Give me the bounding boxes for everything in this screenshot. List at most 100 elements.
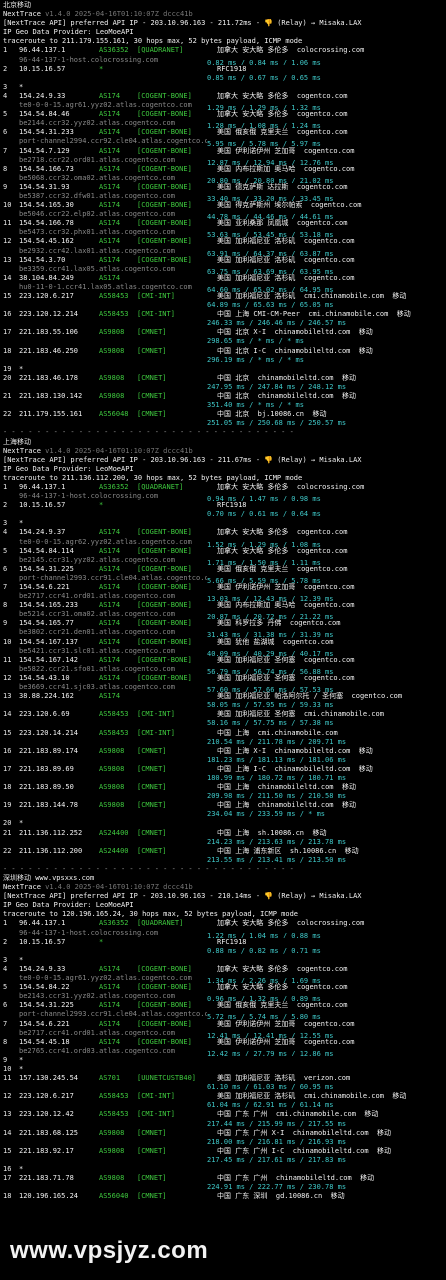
hop-geo: 中国 上海 <box>217 728 250 737</box>
hop-number: 2 <box>3 937 8 946</box>
hop-tag: [UUNETCUSTB40] <box>137 1074 197 1083</box>
hop-ip: 154.54.167.142 <box>19 655 79 664</box>
hop-detail-row: be5822.ccr21.sfo01.atlas.cogentco.com 56.… <box>3 665 443 674</box>
hop-number: 5 <box>3 110 8 119</box>
version-line: NextTrace v1.4.0 2025-04-16T01:10:07Z dc… <box>3 10 443 19</box>
hop-tag: [COGENT-BONE] <box>137 983 192 992</box>
hop-row: 17 221.183.55.106 AS9808 [CMNET] 中国 北京 X-I c… <box>3 328 443 337</box>
hop-detail-row: 58.05 ms / 57.95 ms / 59.33 ms <box>3 701 443 710</box>
hop-tag: [COGENT-BONE] <box>137 655 192 664</box>
hop-asn: AS58453 <box>99 310 129 319</box>
hop-row: 17 221.183.89.69 AS9808 [CMNET] 中国 上海 I-C ch… <box>3 765 443 774</box>
hop-ip: 10.15.16.57 <box>19 64 66 73</box>
hop-asn: AS9808 <box>99 801 125 810</box>
hop-row: 13 38.88.224.162 AS174 美国 加利福尼亚 帕洛阿尔托 / 圣何塞… <box>3 692 443 701</box>
hop-detail-row: be5387.ccr32.dfw01.atlas.cogentco.com 33.… <box>3 192 443 201</box>
hop-domain: colocrossing.com <box>296 482 365 491</box>
hop-geo: 美国 伊利诺伊州 芝加哥 <box>217 146 296 155</box>
hop-detail-row: 209.98 ms / 211.50 ms / 210.58 ms <box>3 792 443 801</box>
hop-row: 10 154.54.165.30 AS174 [COGENT-BONE] 美国 得克萨斯… <box>3 201 443 210</box>
hop-tag: [CMNET] <box>137 783 167 792</box>
hop-geo: 中国 上海 <box>217 828 250 837</box>
hop-domain: chinamobileltd.com 移动 <box>257 783 356 792</box>
hop-rtt: 234.04 ms / 233.59 ms / * ms <box>207 810 326 819</box>
hop-row: 21 221.183.130.142 AS9808 [CMNET] 中国 北京 chin… <box>3 392 443 401</box>
hop-geo: 加拿大 安大略 多伦多 <box>217 482 289 491</box>
hop-tag: [COGENT-BONE] <box>137 546 192 555</box>
hop-row: 22 211.179.155.161 AS56048 [CMNET] 中国 北京 bj.… <box>3 410 443 419</box>
hop-row: 6 154.54.31.233 AS174 [COGENT-BONE] 美国 俄亥俄 克… <box>3 128 443 137</box>
hop-hostname: be2143.ccr31.yyz02.atlas.cogentco.com <box>19 992 175 1001</box>
hop-row: 21 211.136.112.252 AS24400 [CMNET] 中国 上海 sh.… <box>3 829 443 838</box>
hop-number: 14 <box>3 273 12 282</box>
hop-detail-row: 96-44-137-1-host.colocrossing.com 0.94 ms… <box>3 492 443 501</box>
hop-number: 3 <box>3 519 8 528</box>
provider-text: IP Geo Data Provider: LeoMoeAPI <box>3 464 134 473</box>
api-line: [NextTrace API] preferred API IP - 203.1… <box>3 456 443 465</box>
watermark-text: www.vpsjyz.com <box>10 1237 209 1264</box>
hop-tag: [COGENT-BONE] <box>137 110 192 119</box>
hop-ip: 154.54.31.93 <box>19 182 70 191</box>
hop-hostname: port-channel2994.ccr92.cle04.atlas.cogen… <box>19 137 207 146</box>
hop-geo: 中国 上海 浦东新区 <box>217 846 282 855</box>
version-text: v1.4.0 2025-04-16T01:10:07Z dccc41b <box>45 446 193 455</box>
hop-domain: cogentco.com <box>303 601 355 610</box>
hop-domain: cogentco.com <box>296 128 348 137</box>
hop-row: 1 96.44.137.1 AS36352 [QUADRANET] 加拿大 安大略 多伦… <box>3 46 443 55</box>
hop-detail-row: port-channel2994.ccr92.cle04.atlas.cogen… <box>3 137 443 146</box>
hop-detail-row: be2143.ccr31.yyz02.atlas.cogentco.com 0.9… <box>3 992 443 1001</box>
hop-row: 7 154.54.6.221 AS174 [COGENT-BONE] 美国 伊利诺伊州 … <box>3 1020 443 1029</box>
hop-domain: cogentco.com <box>296 91 348 100</box>
hop-geo: 美国 内布拉斯加 奥马哈 <box>217 164 296 173</box>
hop-ip: 154.54.166.73 <box>19 164 74 173</box>
hop-ip: 221.183.46.250 <box>19 346 79 355</box>
hop-rtt: 217.45 ms / 217.61 ms / 217.83 ms <box>207 1155 347 1164</box>
traceroute-line: traceroute to 211.136.112.200, 30 hops m… <box>3 474 443 483</box>
hop-detail-row: 61.04 ms / 62.91 ms / 61.14 ms <box>3 1101 443 1110</box>
hop-number: 16 <box>3 1165 12 1173</box>
hop-domain: cogentco.com <box>296 110 348 119</box>
hop-ip: 154.54.45.18 <box>19 1037 70 1046</box>
hop-domain: chinamobileltd.com 移动 <box>257 392 356 401</box>
hop-rtt: 58.16 ms / 57.75 ms / 57.38 ms <box>207 719 334 728</box>
hop-number: 8 <box>3 1037 8 1046</box>
hop-asn: AS9808 <box>99 783 125 792</box>
hop-geo: 中国 广东 广州 <box>217 1174 268 1183</box>
hop-domain: chinamobileltd.com 移动 <box>292 1146 392 1155</box>
hop-row: 19 * <box>3 365 443 374</box>
hop-hostname: port-channel2993.ccr91.cle04.atlas.cogen… <box>19 1010 207 1019</box>
hop-asn: AS174 <box>99 219 121 228</box>
app-name: NextTrace <box>3 883 41 892</box>
hop-geo: RFC1918 <box>217 937 247 946</box>
hop-asn: AS174 <box>99 128 121 137</box>
hop-tag: [CMNET] <box>137 346 167 355</box>
hop-ip: 157.130.245.54 <box>19 1074 79 1083</box>
hop-geo: 美国 加利福尼亚 圣何塞 <box>217 655 296 664</box>
hop-number: 10 <box>3 637 12 646</box>
hop-asn: AS174 <box>99 1037 121 1046</box>
hop-detail-row: be5214.ccr31.oma02.atlas.cogentco.com 20.… <box>3 610 443 619</box>
hop-asn: AS58453 <box>99 1110 129 1119</box>
hop-geo: 中国 上海 <box>217 783 250 792</box>
hop-row: 15 223.120.6.217 AS58453 [CMI-INT] 美国 加利福尼亚 … <box>3 292 443 301</box>
hop-number: 9 <box>3 619 8 628</box>
hop-number: 1 <box>3 46 8 55</box>
hop-ip: 154.54.84.114 <box>19 546 74 555</box>
hop-number: 13 <box>3 255 12 264</box>
hop-detail-row: be3802.ccr21.den01.atlas.cogentco.com 31.… <box>3 628 443 637</box>
hop-tag: [COGENT-BONE] <box>137 164 192 173</box>
hop-ip: 154.54.167.137 <box>19 637 79 646</box>
hop-tag: [CMNET] <box>137 1174 167 1183</box>
hop-asn: AS174 <box>99 1001 121 1010</box>
hop-hostname: be2144.ccr32.yyz02.atlas.cogentco.com <box>19 119 175 128</box>
hop-ip: * <box>19 1055 24 1064</box>
hop-detail-row: 61.10 ms / 61.03 ms / 60.95 ms <box>3 1083 443 1092</box>
hop-row: 16 * <box>3 1165 443 1174</box>
hop-hostname: 96-44-137-1-host.colocrossing.com <box>19 928 159 937</box>
hop-number: 2 <box>3 501 8 510</box>
hop-rtt: 251.05 ms / 250.68 ms / 250.57 ms <box>207 419 347 428</box>
hop-domain: cogentco.com <box>296 219 348 228</box>
hop-geo: 中国 上海 I-C <box>217 764 267 773</box>
hop-tag: [COGENT-BONE] <box>137 182 192 191</box>
hop-number: 16 <box>3 746 12 755</box>
